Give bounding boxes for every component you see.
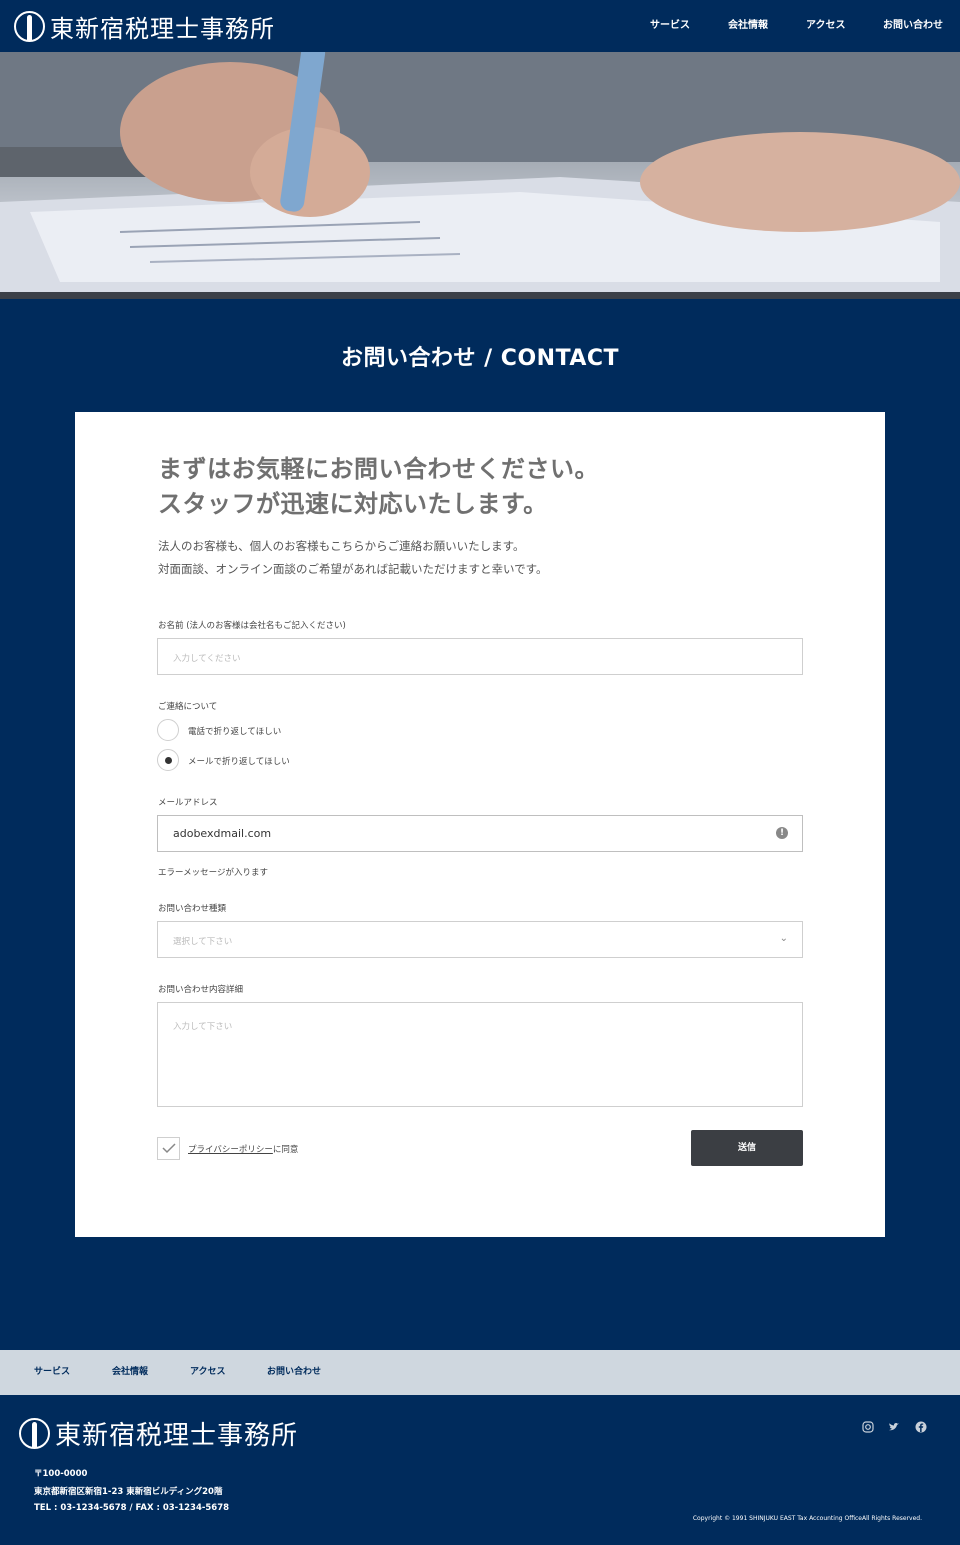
inquiry-detail-textarea[interactable]: 入力して下さい (157, 1002, 803, 1107)
form-lead-line2: スタッフが迅速に対応いたします。 (158, 490, 548, 518)
copyright: Copyright © 1991 SHINJUKU EAST Tax Accou… (692, 1515, 922, 1522)
nav-item-company[interactable]: 会社情報 (728, 0, 768, 52)
inquiry-type-placeholder: 選択して下さい (173, 937, 233, 947)
email-error-message: エラーメッセージが入ります (158, 868, 268, 878)
name-placeholder: 入力してください (173, 654, 241, 664)
privacy-checkbox[interactable] (157, 1137, 180, 1160)
contact-method-label: ご連絡について (158, 702, 218, 712)
footer-address: 東京都新宿区新宿1-23 東新宿ビルディング20階 (34, 1487, 223, 1497)
footer-nav-company[interactable]: 会社情報 (112, 1350, 148, 1395)
footer-logo-text: 東新宿税理士事務所 (55, 1421, 299, 1451)
form-description-line2: 対面面談、オンライン面談のご希望があれば記載いただけますと幸いです。 (158, 562, 548, 576)
form-description-line1: 法人のお客様も、個人のお客様もこちらからご連絡お願いいたします。 (158, 539, 525, 553)
nav-item-access[interactable]: アクセス (806, 0, 846, 52)
twitter-icon[interactable] (887, 1421, 901, 1435)
footer-logo-mark-icon (19, 1418, 50, 1449)
instagram-icon[interactable] (861, 1421, 875, 1435)
radio-phone-label: 電話で折り返してほしい (188, 727, 282, 737)
nav-item-services[interactable]: サービス (650, 0, 690, 52)
footer-postal: 〒100-0000 (34, 1469, 88, 1479)
site-header: 東新宿税理士事務所 サービス 会社情報 アクセス お問い合わせ (0, 0, 960, 52)
hero-image (0, 52, 960, 299)
inquiry-type-select[interactable]: 選択して下さい ⌄ (157, 921, 803, 958)
facebook-icon[interactable] (914, 1421, 928, 1435)
contact-form-card: まずはお気軽にお問い合わせください。 スタッフが迅速に対応いたします。 法人のお… (75, 412, 885, 1237)
section-title: お問い合わせ / CONTACT (340, 346, 620, 371)
privacy-policy-link[interactable]: プライバシーポリシー (188, 1145, 273, 1155)
inquiry-type-label: お問い合わせ種類 (158, 904, 227, 914)
radio-phone[interactable] (157, 719, 179, 741)
form-description: 法人のお客様も、個人のお客様もこちらからご連絡お願いいたします。 対面面談、オン… (158, 535, 548, 581)
name-label: お名前 (法人のお客様は会社名もご記入ください) (158, 621, 346, 631)
footer-nav-contact[interactable]: お問い合わせ (267, 1350, 321, 1395)
site-footer: 東新宿税理士事務所 〒100-0000 東京都新宿区新宿1-23 東新宿ビルディ… (0, 1395, 960, 1545)
footer-nav: サービス 会社情報 アクセス お問い合わせ (0, 1350, 960, 1395)
site-logo[interactable]: 東新宿税理士事務所 (14, 10, 275, 43)
nav-item-contact[interactable]: お問い合わせ (883, 0, 943, 52)
privacy-agree-text: プライバシーポリシーに同意 (188, 1143, 298, 1155)
form-lead: まずはお気軽にお問い合わせください。 スタッフが迅速に対応いたします。 (158, 452, 599, 522)
footer-nav-services[interactable]: サービス (34, 1350, 70, 1395)
radio-mail[interactable] (157, 749, 179, 771)
email-label: メールアドレス (158, 798, 218, 808)
warning-icon: ! (776, 827, 788, 839)
privacy-agree-suffix: に同意 (272, 1145, 299, 1155)
email-value: adobexdmail.com (173, 827, 272, 840)
footer-tel: TEL : 03-1234-5678 / FAX : 03-1234-5678 (34, 1503, 230, 1513)
logo-mark-icon (14, 10, 45, 42)
inquiry-detail-placeholder: 入力して下さい (173, 1022, 233, 1032)
check-icon (162, 1143, 176, 1154)
logo-text: 東新宿税理士事務所 (50, 14, 275, 43)
footer-nav-access[interactable]: アクセス (190, 1350, 226, 1395)
inquiry-detail-label: お問い合わせ内容詳細 (158, 985, 244, 995)
footer-logo[interactable]: 東新宿税理士事務所 (19, 1415, 298, 1452)
submit-button[interactable]: 送信 (691, 1130, 803, 1166)
radio-mail-label: メールで折り返してほしい (188, 757, 290, 767)
chevron-down-icon: ⌄ (779, 933, 788, 944)
name-input[interactable]: 入力してください (157, 638, 803, 675)
form-lead-line1: まずはお気軽にお問い合わせください。 (158, 455, 599, 483)
email-input[interactable]: adobexdmail.com ! (157, 815, 803, 852)
